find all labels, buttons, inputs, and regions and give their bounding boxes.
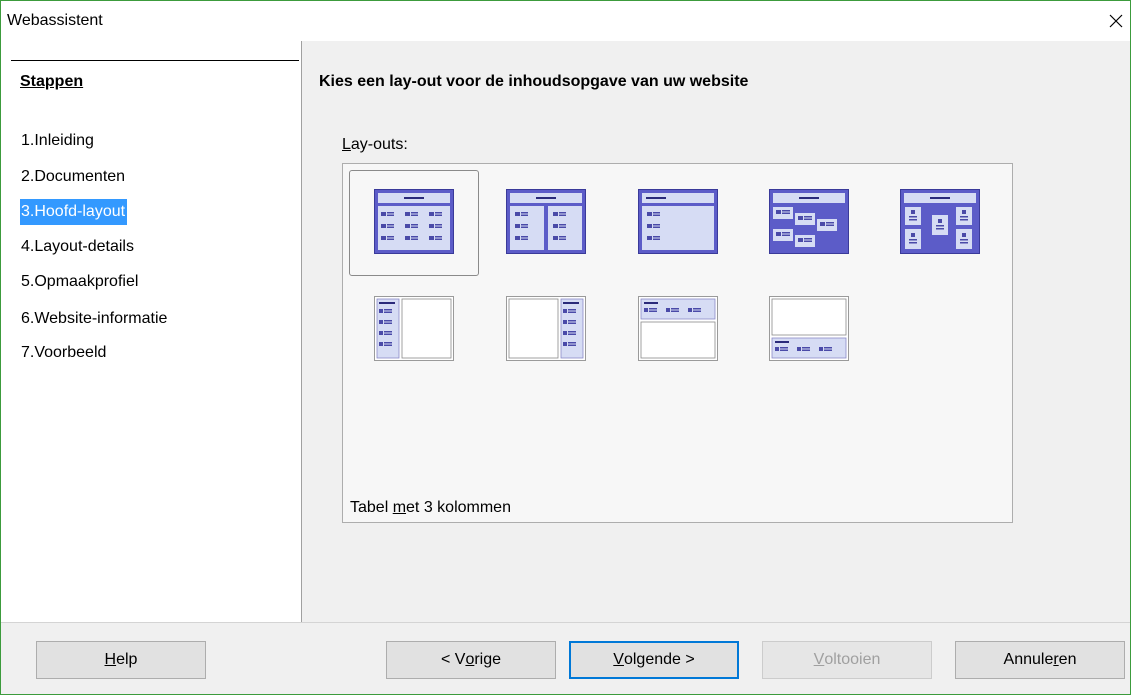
step-opmaakprofiel[interactable]: 5.Opmaakprofiel [20, 269, 140, 295]
step-number: 5. [21, 273, 35, 290]
step-number: 2. [21, 168, 35, 185]
step-number: 1. [21, 132, 35, 149]
back-button[interactable]: < Vo rige [386, 641, 556, 679]
window-title: Webassistent [7, 12, 103, 29]
step-label: Documenten [34, 168, 126, 185]
step-website-informatie[interactable]: 6.Website-informatie [20, 306, 169, 332]
layout-vertical-blocks[interactable] [900, 189, 980, 254]
finish-button: Voltooien [762, 641, 932, 679]
step-voorbeeld[interactable]: 7.Voorbeeld [20, 340, 108, 366]
footer-divider [1, 622, 1130, 623]
step-label: Hoofd-layout [34, 203, 126, 220]
layout-frame-left[interactable] [374, 296, 454, 361]
step-inleiding[interactable]: 1.Inleiding [20, 128, 96, 154]
layout-staggered-blocks[interactable] [769, 189, 849, 254]
layout-simple-list[interactable] [638, 189, 718, 254]
step-label: Website-informatie [34, 310, 168, 327]
steps-sidebar: Stappen 1.Inleiding 2.Documenten 3.Hoofd… [1, 41, 302, 623]
page-heading: Kies een lay-out voor de inhoudsopgave v… [319, 73, 749, 90]
step-number: 7. [21, 344, 35, 361]
layout-frame-top[interactable] [638, 296, 718, 361]
step-documenten[interactable]: 2.Documenten [20, 164, 127, 190]
close-icon[interactable] [1104, 9, 1128, 33]
wizard-window: Webassistent Stappen 1.Inleiding 2.Docum… [0, 0, 1131, 695]
layout-frame-right[interactable] [506, 296, 586, 361]
cancel-button[interactable]: Annule r en [955, 641, 1125, 679]
layout-table-3-columns[interactable] [374, 189, 454, 254]
step-label: Layout-details [34, 238, 134, 255]
sidebar-heading: Stappen [20, 73, 84, 90]
step-number: 3. [21, 203, 35, 220]
layout-frame-bottom[interactable] [769, 296, 849, 361]
next-button[interactable]: Volgende > [569, 641, 739, 679]
layout-table-2-columns[interactable] [506, 189, 586, 254]
help-button[interactable]: Help [36, 641, 206, 679]
layout-description: Tabel met 3 kolommen [350, 499, 511, 516]
sidebar-divider [11, 60, 299, 61]
step-label: Voorbeeld [34, 344, 107, 361]
title-bar: Webassistent [1, 1, 1130, 41]
step-number: 4. [21, 238, 35, 255]
layouts-label: Lay-outs: [342, 136, 408, 153]
step-label: Opmaakprofiel [34, 273, 139, 290]
step-number: 6. [21, 310, 35, 327]
step-layout-details[interactable]: 4.Layout-details [20, 234, 136, 260]
step-label: Inleiding [34, 132, 94, 149]
step-hoofd-layout[interactable]: 3.Hoofd-layout [20, 199, 128, 225]
